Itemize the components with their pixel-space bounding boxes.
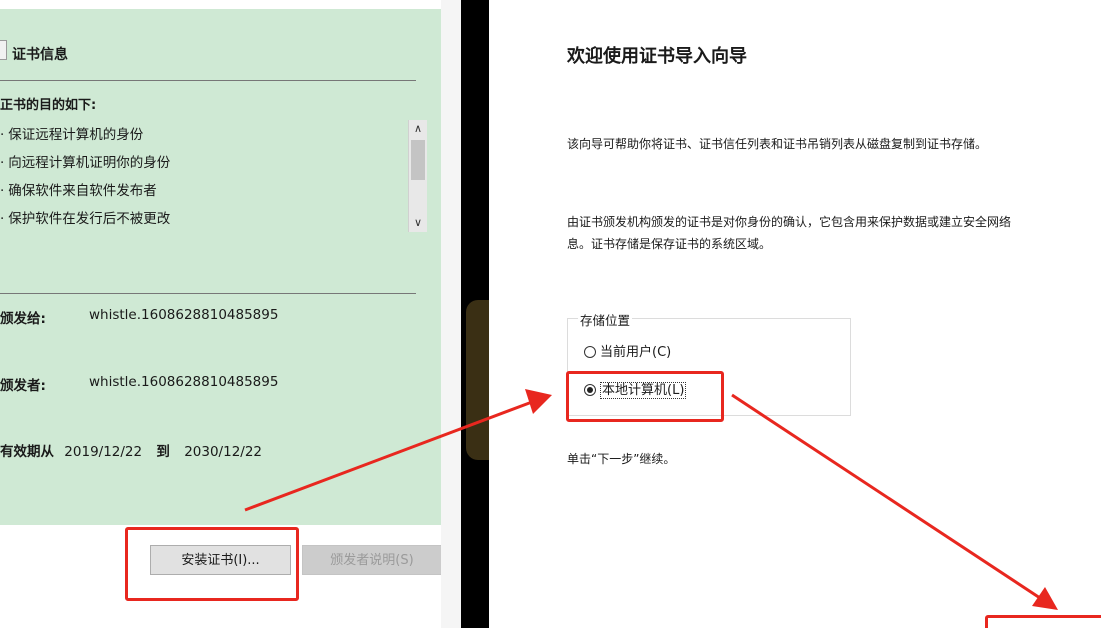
- issued-by-value: whistle.1608628810485895: [89, 374, 279, 390]
- list-item: · 保护软件在发行后不被更改: [0, 211, 171, 227]
- certificate-info-title: 证书信息: [12, 47, 68, 63]
- purpose-list[interactable]: · 保证远程计算机的身份 · 向远程计算机证明你的身份 · 确保软件来自软件发布者 ·…: [0, 121, 425, 233]
- validity-to-label: 到: [156, 444, 170, 460]
- local-machine-highlight: [566, 371, 724, 422]
- title-divider: [0, 80, 416, 81]
- issued-by-row: 颁发者: whistle.1608628810485895: [0, 374, 278, 394]
- radio-current-user[interactable]: 当前用户(C): [584, 343, 671, 363]
- validity-label: 有效期从: [0, 444, 54, 460]
- scroll-thumb[interactable]: [411, 140, 425, 180]
- import-wizard-window: 欢迎使用证书导入向导 该向导可帮助你将证书、证书信任列表和证书吊销列表从磁盘复制…: [489, 0, 1101, 628]
- issued-to-row: 颁发给: whistle.1608628810485895: [0, 307, 278, 327]
- list-item: · 向远程计算机证明你的身份: [0, 155, 171, 171]
- purpose-heading: 正书的目的如下:: [0, 98, 97, 113]
- background-shape: [466, 300, 489, 460]
- next-hint: 单击“下一步”继续。: [567, 452, 676, 466]
- issued-to-value: whistle.1608628810485895: [89, 307, 279, 323]
- wizard-intro: 该向导可帮助你将证书、证书信任列表和证书吊销列表从磁盘复制到证书存储。: [567, 137, 988, 151]
- issued-by-label: 颁发者:: [0, 378, 46, 394]
- wizard-description-line2: 息。证书存储是保存证书的系统区域。: [567, 237, 772, 251]
- issuer-statement-button[interactable]: 颁发者说明(S): [302, 545, 442, 575]
- valid-to: 2030/12/22: [184, 444, 263, 460]
- purpose-list-scrollbar[interactable]: ∧ ∨: [408, 120, 427, 232]
- store-location-legend: 存储位置: [578, 310, 633, 329]
- details-divider: [0, 293, 416, 294]
- next-button-highlight: [985, 615, 1101, 628]
- scroll-up-icon[interactable]: ∧: [409, 120, 427, 138]
- wizard-description-line1: 由证书颁发机构颁发的证书是对你身份的确认，它包含用来保护数据或建立安全网络: [567, 215, 1012, 229]
- scroll-down-icon[interactable]: ∨: [409, 214, 427, 232]
- screenshot-stage: 证书信息 正书的目的如下: · 保证远程计算机的身份 · 向远程计算机证明你的身份 …: [0, 0, 1101, 628]
- list-item: · 确保软件来自软件发布者: [0, 183, 157, 199]
- wizard-title: 欢迎使用证书导入向导: [567, 46, 747, 67]
- radio-icon[interactable]: [584, 346, 596, 358]
- install-button-highlight: [125, 527, 299, 601]
- certificate-icon: [0, 40, 7, 60]
- issued-to-label: 颁发给:: [0, 311, 46, 327]
- validity-row: 有效期从 2019/12/22 到 2030/12/22: [0, 440, 262, 460]
- valid-from: 2019/12/22: [64, 444, 143, 460]
- list-item: · 保证远程计算机的身份: [0, 127, 144, 143]
- window-gap: [441, 0, 461, 628]
